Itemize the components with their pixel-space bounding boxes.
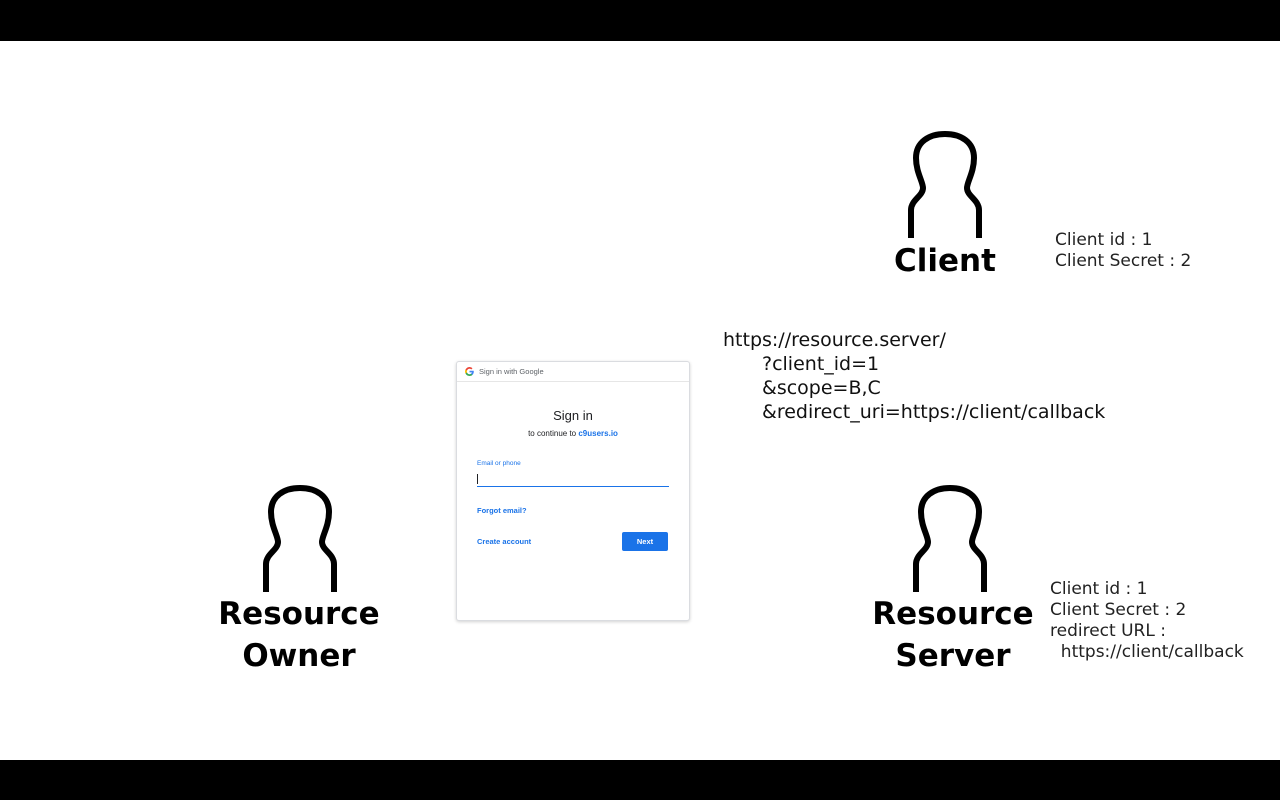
signin-subtitle-prefix: to continue to (528, 429, 579, 438)
resource-owner-person-icon (260, 484, 340, 592)
signin-app-link[interactable]: c9users.io (578, 429, 618, 438)
server-redirect-url: https://client/callback (1050, 642, 1244, 662)
create-account-link[interactable]: Create account (477, 537, 531, 546)
text-caret (477, 474, 478, 484)
signin-actions: Create account Next (477, 532, 668, 551)
email-field-label: Email or phone (477, 460, 521, 467)
url-base: https://resource.server/ (723, 329, 946, 351)
url-redirect-uri: &redirect_uri=https://client/callback (762, 401, 1106, 423)
url-client-id: ?client_id=1 (762, 353, 880, 375)
server-registration-info: Client id : 1 Client Secret : 2 redirect… (1050, 579, 1244, 663)
authorization-url: https://resource.server/ ?client_id=1 &s… (723, 328, 1105, 424)
url-scope: &scope=B,C (762, 377, 881, 399)
signin-subtitle: to continue to c9users.io (457, 429, 689, 438)
client-person-icon (905, 130, 985, 238)
letterbox-top (0, 0, 1280, 41)
signin-title: Sign in (553, 408, 593, 423)
google-g-icon (465, 367, 474, 376)
next-button[interactable]: Next (622, 532, 668, 551)
resource-owner-label: Resource Owner (218, 596, 380, 674)
server-client-id-text: Client id : 1 (1050, 579, 1148, 599)
client-secret-text: Client Secret : 2 (1055, 251, 1192, 271)
signin-card-header: Sign in with Google (457, 362, 689, 382)
google-signin-card: Sign in with Google Sign in to continue … (456, 361, 690, 621)
resource-server-label: Resource Server (872, 596, 1034, 674)
client-id-text: Client id : 1 (1055, 230, 1153, 250)
resource-server-person-icon (910, 484, 990, 592)
server-client-secret-text: Client Secret : 2 (1050, 600, 1187, 620)
signin-card-header-text: Sign in with Google (479, 367, 544, 376)
client-credentials: Client id : 1 Client Secret : 2 (1055, 230, 1191, 272)
forgot-email-link[interactable]: Forgot email? (477, 506, 689, 515)
client-label: Client (894, 243, 996, 279)
letterbox-bottom (0, 760, 1280, 800)
server-redirect-label: redirect URL : (1050, 621, 1166, 641)
email-field[interactable] (477, 471, 669, 487)
